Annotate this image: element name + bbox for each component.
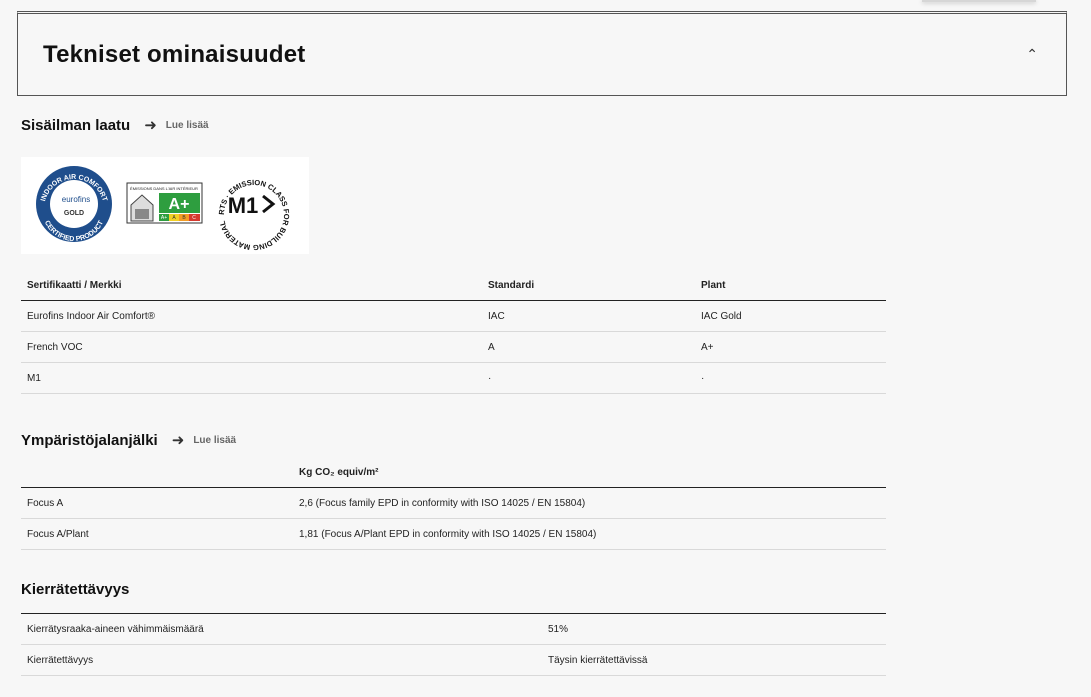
- table-cell: A+: [695, 331, 886, 363]
- svg-text:ÉMISSIONS DANS L'AIR INTÉRIEUR: ÉMISSIONS DANS L'AIR INTÉRIEUR: [130, 186, 198, 191]
- svg-text:A+: A+: [161, 215, 167, 221]
- recycle-title: Kierrätettävyys: [21, 581, 130, 598]
- table-cell: Eurofins Indoor Air Comfort®: [21, 300, 482, 332]
- table-cell: 1,81 (Focus A/Plant EPD in conformity wi…: [293, 518, 886, 550]
- chevron-up-icon[interactable]: ⌃: [1026, 46, 1038, 63]
- certification-table: Sertifikaatti / Merkki Standardi Plant E…: [21, 270, 886, 394]
- table-row: Focus A/Plant 1,81 (Focus A/Plant EPD in…: [21, 518, 886, 550]
- certification-badges: INDOOR AIR COMFORT CERTIFIED PRODUCT eur…: [21, 157, 309, 254]
- recycle-section-header: Kierrätettävyys: [21, 581, 129, 598]
- column-header: Kg CO₂ equiv/m²: [293, 457, 886, 488]
- table-cell: 2,6 (Focus family EPD in conformity with…: [293, 487, 886, 519]
- env-title: Ympäristöjalanjälki: [21, 431, 158, 449]
- iaq-read-more-link[interactable]: ➜ Lue lisää: [144, 116, 208, 134]
- svg-text:GOLD: GOLD: [64, 210, 84, 217]
- read-more-label: Lue lisää: [165, 119, 209, 131]
- table-cell: A: [482, 331, 695, 363]
- table-row: Eurofins Indoor Air Comfort® IAC IAC Gol…: [21, 300, 886, 332]
- french-voc-badge: ÉMISSIONS DANS L'AIR INTÉRIEUR A+ A+ A B…: [126, 182, 203, 224]
- column-header: Sertifikaatti / Merkki: [21, 270, 482, 301]
- table-row: Kierrätysraaka-aineen vähimmäismäärä 51%: [21, 613, 886, 645]
- table-cell: French VOC: [21, 331, 482, 363]
- column-header: Standardi: [482, 270, 695, 301]
- table-cell: Kierrätysraaka-aineen vähimmäismäärä: [21, 613, 542, 645]
- table-header-row: Sertifikaatti / Merkki Standardi Plant: [21, 270, 886, 301]
- table-cell: ·: [695, 362, 886, 394]
- arrow-right-icon: ➜: [144, 117, 157, 134]
- iaq-title: Sisäilman laatu: [21, 116, 131, 134]
- table-row: M1 · ·: [21, 362, 886, 394]
- floating-header-shadow: [922, 0, 1036, 2]
- read-more-label: Lue lisää: [193, 434, 237, 446]
- arrow-right-icon: ➜: [171, 432, 185, 449]
- table-cell: 51%: [542, 613, 886, 645]
- table-cell: Kierrätettävyys: [21, 644, 542, 676]
- table-cell: Focus A/Plant: [21, 518, 293, 550]
- table-cell: IAC: [482, 300, 695, 332]
- table-row: Kierrätettävyys Täysin kierrätettävissä: [21, 644, 886, 676]
- column-header: [21, 457, 293, 488]
- table-cell: Täysin kierrätettävissä: [542, 644, 886, 676]
- table-cell: Focus A: [21, 487, 293, 519]
- table-row: Focus A 2,6 (Focus family EPD in conform…: [21, 487, 886, 519]
- svg-text:M1: M1: [228, 193, 259, 218]
- table-row: French VOC A A+: [21, 331, 886, 363]
- table-header-row: Kg CO₂ equiv/m²: [21, 457, 886, 488]
- svg-text:A+: A+: [169, 196, 190, 213]
- svg-text:eurofins: eurofins: [62, 195, 90, 204]
- env-section-header: Ympäristöjalanjälki ➜ Lue lisää: [21, 431, 236, 450]
- m1-badge: RTS · EMISSION CLASS FOR BUILDING MATERI…: [217, 178, 291, 252]
- column-header: Plant: [695, 270, 886, 301]
- iaq-section-header: Sisäilman laatu ➜ Lue lisää: [21, 116, 209, 135]
- recyclability-table: Kierrätysraaka-aineen vähimmäismäärä 51%…: [21, 613, 886, 676]
- panel-title: Tekniset ominaisuudet: [43, 40, 306, 68]
- table-cell: M1: [21, 362, 482, 394]
- table-cell: IAC Gold: [695, 300, 886, 332]
- env-read-more-link[interactable]: ➜ Lue lisää: [172, 431, 236, 449]
- co2-table: Kg CO₂ equiv/m² Focus A 2,6 (Focus famil…: [21, 457, 886, 550]
- accordion-header[interactable]: Tekniset ominaisuudet ⌃: [17, 11, 1067, 96]
- indoor-air-comfort-badge: INDOOR AIR COMFORT CERTIFIED PRODUCT eur…: [36, 166, 112, 243]
- table-cell: ·: [482, 362, 695, 394]
- svg-text:C: C: [192, 215, 196, 221]
